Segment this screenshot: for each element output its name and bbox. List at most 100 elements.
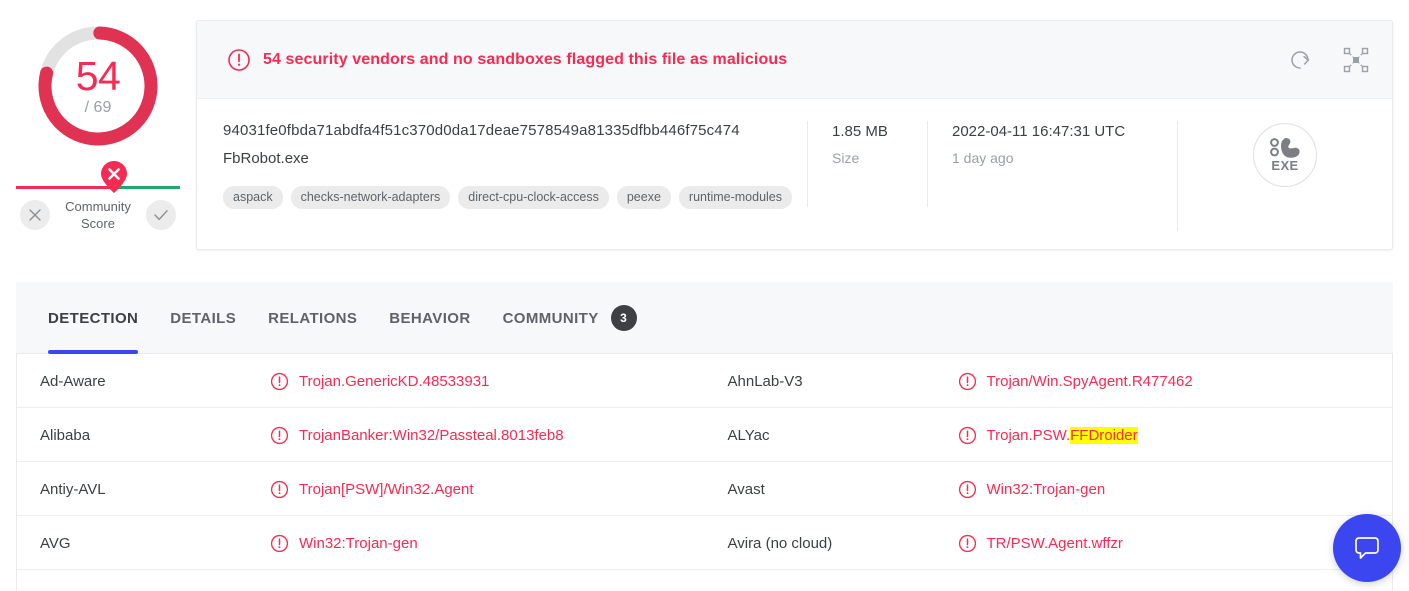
file-size-label: Size bbox=[832, 150, 860, 166]
check-icon bbox=[154, 210, 168, 221]
verdict[interactable]: Trojan.PSW.FFDroider bbox=[958, 426, 1138, 445]
file-size-value: 1.85 MB bbox=[832, 123, 888, 140]
verdict-label: Trojan.PSW.FFDroider bbox=[986, 426, 1138, 444]
detection-count: 54 bbox=[75, 52, 121, 99]
detection-gauge-center: 54 / 69 bbox=[32, 20, 164, 152]
tab-detection[interactable]: DETECTION bbox=[32, 282, 154, 354]
file-date-value: 2022-04-11 16:47:31 UTC bbox=[952, 123, 1126, 140]
community-score-widget: Community Score bbox=[9, 161, 187, 232]
verdict-label: Trojan.GenericKD.48533931 bbox=[299, 372, 490, 390]
vendor-name: Avira (no cloud) bbox=[727, 534, 833, 552]
report-tabs: DETECTION DETAILS RELATIONS BEHAVIOR COM… bbox=[16, 282, 1393, 354]
tab-behavior-label: BEHAVIOR bbox=[389, 309, 471, 327]
tab-community[interactable]: COMMUNITY 3 bbox=[487, 282, 653, 354]
score-column: 54 / 69 Community Score bbox=[0, 0, 196, 270]
verdict[interactable]: TrojanBanker:Win32/Passteal.8013feb8 bbox=[270, 426, 564, 445]
community-score-bar bbox=[16, 161, 180, 193]
downvote-button[interactable] bbox=[20, 200, 50, 230]
file-name: FbRobot.exe bbox=[223, 150, 309, 167]
table-row: AVG Win32:Trojan-gen Avira (no cloud) TR… bbox=[17, 516, 1392, 570]
alert-circle-icon bbox=[958, 480, 977, 499]
verdict[interactable]: Win32:Trojan-gen bbox=[270, 534, 418, 553]
alert-actions bbox=[1286, 21, 1370, 99]
detection-entry: AhnLab-V3 Trojan/Win.SpyAgent.R477462 bbox=[705, 354, 1393, 408]
file-type-block: EXE bbox=[1177, 121, 1392, 231]
verdict-label: TrojanBanker:Win32/Passteal.8013feb8 bbox=[299, 426, 564, 444]
alert-circle-icon bbox=[270, 372, 289, 391]
x-icon bbox=[29, 209, 41, 221]
file-hash: 94031fe0fbda71abdfa4f51c370d0da17deae757… bbox=[223, 122, 740, 139]
file-size-block: 1.85 MB Size bbox=[807, 121, 927, 207]
verdict-label: TR/PSW.Agent.wffzr bbox=[986, 534, 1123, 552]
detection-entry: Antiy-AVL Trojan[PSW]/Win32.Agent bbox=[17, 462, 705, 516]
verdict-label: Win32:Trojan-gen bbox=[299, 534, 418, 552]
exe-file-label: EXE bbox=[1271, 158, 1299, 173]
detection-entry: AVG Win32:Trojan-gen bbox=[17, 516, 705, 570]
file-tag[interactable]: direct-cpu-clock-access bbox=[458, 186, 609, 209]
tab-community-badge: 3 bbox=[610, 305, 637, 331]
vendor-name: Ad-Aware bbox=[40, 372, 106, 390]
file-tag[interactable]: checks-network-adapters bbox=[290, 186, 451, 209]
vendor-name: AVG bbox=[40, 534, 71, 552]
alert-circle-icon bbox=[270, 426, 289, 445]
detection-total: / 69 bbox=[84, 98, 112, 116]
tab-detection-label: DETECTION bbox=[48, 309, 139, 327]
detection-entry: Ad-Aware Trojan.GenericKD.48533931 bbox=[17, 354, 705, 408]
alert-circle-icon bbox=[270, 534, 289, 553]
exe-file-icon: EXE bbox=[1253, 123, 1317, 187]
detection-entry: ALYac Trojan.PSW.FFDroider bbox=[705, 408, 1393, 462]
file-date-relative: 1 day ago bbox=[952, 150, 1014, 166]
detection-entry: Avast Win32:Trojan-gen bbox=[705, 462, 1393, 516]
detection-entry: Alibaba TrojanBanker:Win32/Passteal.8013… bbox=[17, 408, 705, 462]
verdict[interactable]: Trojan[PSW]/Win32.Agent bbox=[270, 480, 474, 499]
community-score-label-line1: Community bbox=[65, 199, 131, 214]
tab-relations-label: RELATIONS bbox=[268, 309, 358, 327]
verdict-highlight: FFDroider bbox=[1070, 426, 1138, 444]
tab-behavior[interactable]: BEHAVIOR bbox=[373, 282, 486, 354]
verdict[interactable]: Trojan.GenericKD.48533931 bbox=[270, 372, 489, 391]
malicious-alert-bar: 54 security vendors and no sandboxes fla… bbox=[197, 21, 1392, 99]
verdict[interactable]: Trojan/Win.SpyAgent.R477462 bbox=[958, 372, 1193, 391]
community-score-label-line2: Score bbox=[81, 216, 115, 231]
table-row: Ad-Aware Trojan.GenericKD.48533931 AhnLa… bbox=[17, 354, 1392, 408]
chat-bubble-icon bbox=[1355, 537, 1379, 559]
vendor-name: Alibaba bbox=[40, 426, 91, 444]
alert-circle-icon bbox=[958, 534, 977, 553]
x-marker-pin-icon bbox=[100, 160, 128, 194]
alert-circle-icon bbox=[958, 426, 977, 445]
reanalyze-icon[interactable] bbox=[1286, 46, 1314, 74]
file-date-block: 2022-04-11 16:47:31 UTC 1 day ago bbox=[927, 121, 1177, 207]
verdict-label: Trojan[PSW]/Win32.Agent bbox=[299, 480, 474, 498]
verdict-label: Win32:Trojan-gen bbox=[986, 480, 1106, 498]
similar-graph-icon[interactable] bbox=[1342, 46, 1370, 74]
file-tag[interactable]: aspack bbox=[223, 186, 283, 209]
tab-relations[interactable]: RELATIONS bbox=[252, 282, 373, 354]
verdict[interactable]: Win32:Trojan-gen bbox=[958, 480, 1106, 499]
file-details: 94031fe0fbda71abdfa4f51c370d0da17deae757… bbox=[197, 99, 1392, 250]
detection-entry: Avira (no cloud) TR/PSW.Agent.wffzr bbox=[705, 516, 1393, 570]
vendor-name: AhnLab-V3 bbox=[727, 372, 803, 390]
tab-details-label: DETAILS bbox=[170, 309, 237, 327]
file-tag[interactable]: peexe bbox=[616, 186, 671, 209]
verdict[interactable]: TR/PSW.Agent.wffzr bbox=[958, 534, 1123, 553]
detections-table: Ad-Aware Trojan.GenericKD.48533931 AhnLa… bbox=[16, 354, 1393, 591]
community-score-controls: Community Score bbox=[9, 198, 187, 232]
verdict-label: Trojan/Win.SpyAgent.R477462 bbox=[986, 372, 1193, 390]
vendor-name: ALYac bbox=[727, 426, 770, 444]
detection-gauge: 54 / 69 bbox=[32, 20, 164, 152]
table-row: Antiy-AVL Trojan[PSW]/Win32.Agent Avast bbox=[17, 462, 1392, 516]
chat-button[interactable] bbox=[1333, 514, 1401, 582]
virustotal-file-report: 54 / 69 Community Score 54 security vend… bbox=[0, 0, 1409, 591]
file-identity: 94031fe0fbda71abdfa4f51c370d0da17deae757… bbox=[197, 121, 807, 250]
alert-circle-icon bbox=[958, 372, 977, 391]
tab-details[interactable]: DETAILS bbox=[154, 282, 252, 354]
tab-community-label: COMMUNITY bbox=[502, 309, 599, 327]
community-score-label: Community Score bbox=[62, 198, 134, 232]
vendor-name: Antiy-AVL bbox=[40, 480, 106, 498]
file-tags: aspack checks-network-adapters direct-cp… bbox=[223, 186, 807, 209]
file-tag[interactable]: runtime-modules bbox=[678, 186, 793, 209]
upvote-button[interactable] bbox=[146, 200, 176, 230]
table-row: Alibaba TrojanBanker:Win32/Passteal.8013… bbox=[17, 408, 1392, 462]
vendor-name: Avast bbox=[727, 480, 765, 498]
verdict-prefix: Trojan.PSW. bbox=[986, 426, 1071, 444]
